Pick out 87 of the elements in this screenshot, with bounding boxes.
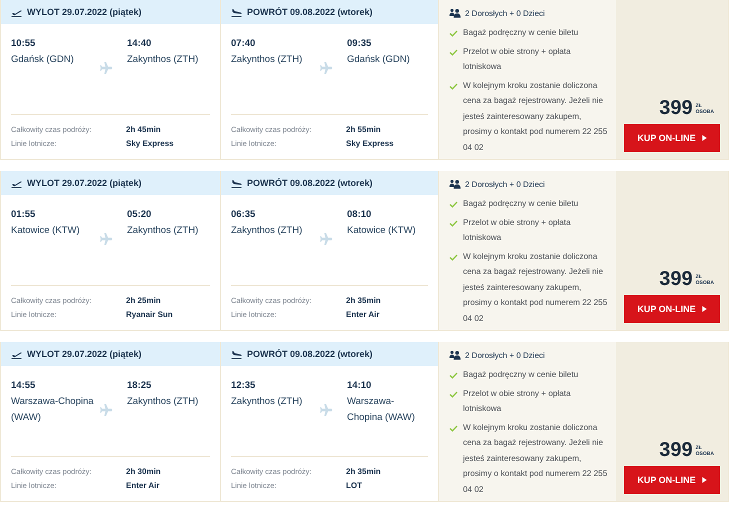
departure-airport: Warszawa-Chopina (WAW)	[11, 395, 95, 425]
airline-name: Enter Air	[346, 310, 380, 319]
leg-date: POWRÓT 09.08.2022 (wtorek)	[247, 349, 373, 359]
departure-time: 14:55	[11, 380, 36, 391]
departure-airport: Zakynthos (ZTH)	[231, 395, 304, 409]
airline-name: Sky Express	[126, 139, 175, 148]
leg-date: WYLOT 29.07.2022 (piątek)	[27, 7, 142, 17]
airline-name: LOT	[346, 481, 363, 490]
plane-icon	[319, 404, 333, 416]
check-icon	[449, 201, 458, 208]
check-icon	[449, 372, 458, 379]
check-icon	[449, 254, 458, 260]
check-icon	[449, 30, 458, 37]
leg-date: WYLOT 29.07.2022 (piątek)	[27, 178, 142, 188]
departure-time: 07:40	[231, 38, 256, 49]
buy-online-button[interactable]: KUP ON-LINE	[624, 466, 720, 494]
duration-value: 2h 55min	[346, 125, 382, 134]
duration-value: 2h 30min	[126, 467, 162, 476]
arrival-airport: Gdańsk (GDN)	[347, 53, 411, 67]
arrival-airport: Warszawa-Chopina (WAW)	[347, 395, 416, 425]
leg-date: POWRÓT 09.08.2022 (wtorek)	[247, 178, 373, 188]
passenger-count: 2 Dorosłych + 0 Dzieci	[465, 8, 545, 18]
feature-text: Bagaż podręczny w cenie biletu	[463, 369, 578, 381]
play-icon	[702, 477, 707, 483]
airline-name: Ryanair Sun	[126, 310, 174, 319]
price-amount: 399	[659, 439, 693, 462]
departure-time: 06:35	[231, 209, 256, 220]
people-icon	[449, 179, 461, 189]
duration-value: 2h 25min	[126, 296, 162, 305]
feature-text: Przelot w obie strony + opłata lotniskowa	[463, 216, 572, 244]
arrival-airport: Zakynthos (ZTH)	[127, 224, 200, 238]
duration-value: 2h 35min	[346, 467, 382, 476]
departure-airport: Zakynthos (ZTH)	[231, 53, 304, 67]
plane-icon	[319, 62, 333, 74]
feature-text: Bagaż podręczny w cenie biletu	[463, 27, 578, 39]
departure-time: 10:55	[11, 38, 36, 49]
takeoff-icon	[11, 8, 22, 16]
departure-airport: Katowice (KTW)	[11, 224, 81, 238]
leg-date: POWRÓT 09.08.2022 (wtorek)	[247, 7, 373, 17]
airline-name: Enter Air	[126, 481, 160, 490]
arrival-time: 14:40	[127, 38, 152, 49]
feature-text: W kolejnym kroku zostanie doliczona cena za bagaż rejestrowany. Jeżeli nie jesteś zainteresowany zakupem, prosimy o kontakt pod numerem 22 255 04 02	[463, 250, 608, 324]
play-icon	[702, 135, 707, 141]
arrival-time: 05:20	[127, 209, 152, 220]
takeoff-icon	[11, 350, 22, 358]
price-amount: 399	[659, 97, 693, 120]
landing-icon	[231, 8, 242, 16]
passenger-count: 2 Dorosłych + 0 Dzieci	[465, 350, 545, 360]
duration-value: 2h 45min	[126, 125, 162, 134]
check-icon	[449, 48, 458, 56]
departure-airport: Zakynthos (ZTH)	[231, 224, 304, 238]
plane-icon	[99, 62, 113, 74]
departure-time: 12:35	[231, 380, 256, 391]
arrival-airport: Zakynthos (ZTH)	[127, 395, 200, 409]
departure-airport: Gdańsk (GDN)	[11, 53, 75, 67]
plane-icon	[319, 233, 333, 245]
arrival-time: 08:10	[347, 209, 372, 220]
airline-name: Sky Express	[346, 139, 395, 148]
price-amount: 399	[659, 268, 693, 291]
feature-text: Przelot w obie strony + opłata lotniskowa	[463, 388, 572, 415]
feature-text: Przelot w obie strony + opłata lotniskowa	[463, 46, 572, 73]
arrival-time: 14:10	[347, 380, 372, 391]
feature-text: W kolejnym kroku zostanie doliczona cena za bagaż rejestrowany. Jeżeli nie jesteś zainteresowany zakupem, prosimy o kontakt pod numerem 22 255 04 02	[463, 422, 608, 496]
feature-text: Bagaż podręczny w cenie biletu	[463, 198, 578, 210]
play-icon	[702, 306, 707, 312]
check-icon	[449, 424, 458, 432]
people-icon	[449, 350, 461, 360]
check-icon	[449, 220, 458, 226]
departure-time: 01:55	[11, 209, 36, 220]
buy-online-button[interactable]: KUP ON-LINE	[624, 295, 720, 323]
buy-online-button[interactable]: KUP ON-LINE	[624, 124, 720, 152]
arrival-time: 18:25	[127, 380, 152, 391]
arrival-airport: Zakynthos (ZTH)	[127, 53, 200, 67]
arrival-time: 09:35	[347, 38, 372, 49]
people-icon	[449, 8, 461, 18]
duration-value: 2h 35min	[346, 296, 382, 305]
leg-date: WYLOT 29.07.2022 (piątek)	[27, 349, 142, 359]
arrival-airport: Katowice (KTW)	[347, 224, 417, 238]
check-icon	[449, 390, 458, 398]
feature-text: W kolejnym kroku zostanie doliczona cena za bagaż rejestrowany. Jeżeli nie jesteś zainteresowany zakupem, prosimy o kontakt pod numerem 22 255 04 02	[463, 80, 608, 154]
check-icon	[449, 82, 458, 90]
takeoff-icon	[11, 178, 22, 188]
landing-icon	[231, 178, 242, 188]
plane-icon	[99, 404, 113, 416]
passenger-count: 2 Dorosłych + 0 Dzieci	[465, 180, 545, 188]
landing-icon	[231, 350, 242, 358]
plane-icon	[99, 233, 113, 245]
